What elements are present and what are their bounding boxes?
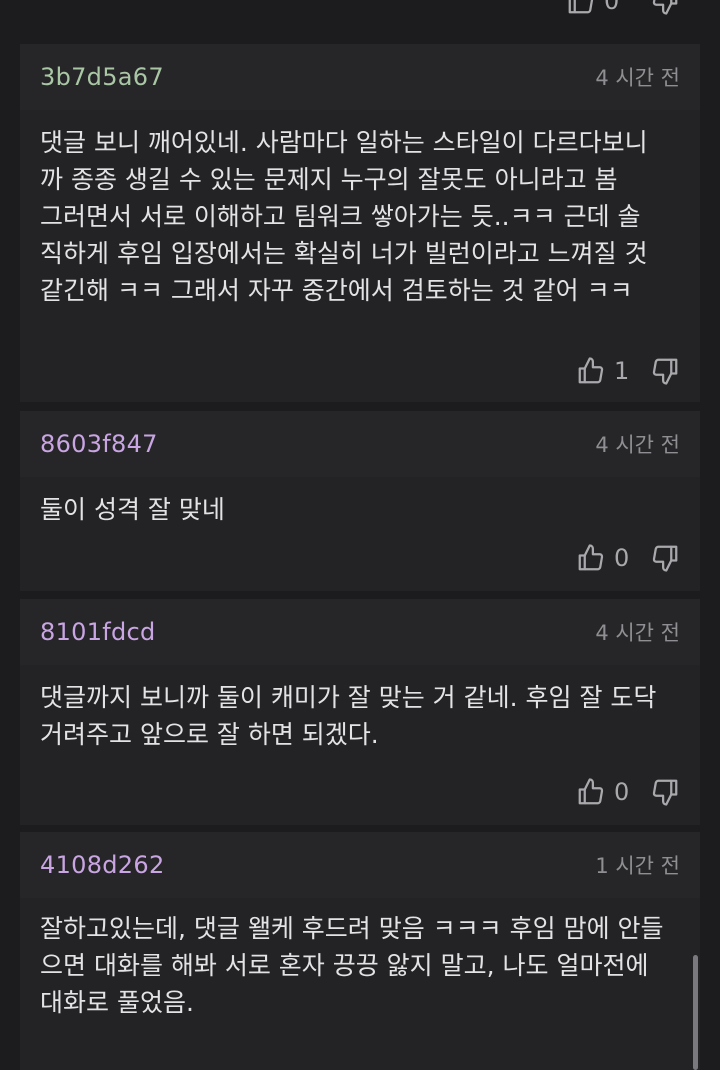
comment-actions: 1 bbox=[576, 356, 680, 386]
dislike-button[interactable] bbox=[650, 356, 680, 386]
comment-time: 4 시간 전 bbox=[595, 66, 680, 90]
like-button[interactable]: 0 bbox=[566, 0, 620, 16]
comment-card: 3b7d5a67 4 시간 전 댓글 보니 깨어있네. 사람마다 일하는 스타일… bbox=[20, 44, 700, 402]
comment-header: 3b7d5a67 4 시간 전 bbox=[20, 44, 700, 110]
comment-feed: 0 3b7d5a67 4 시간 전 댓글 보니 깨어있네. 사람마다 일하는 스… bbox=[0, 0, 720, 1070]
scrollbar[interactable] bbox=[693, 955, 698, 1070]
dislike-button[interactable] bbox=[650, 777, 680, 807]
comment-text: 잘하고있는데, 댓글 왤케 후드려 맞음 ㅋㅋㅋ 후임 맘에 안들 으면 대화를… bbox=[40, 914, 664, 1017]
thumbs-down-icon bbox=[652, 358, 678, 385]
like-count: 0 bbox=[614, 544, 630, 572]
thumbs-up-icon bbox=[568, 0, 594, 14]
like-count: 0 bbox=[614, 778, 630, 806]
comment-card: 8101fdcd 4 시간 전 댓글까지 보니까 둘이 캐미가 잘 맞는 거 같… bbox=[20, 599, 700, 825]
comment-actions: 0 bbox=[576, 777, 680, 807]
thumbs-up-icon bbox=[578, 544, 604, 571]
comment-header: 8603f847 4 시간 전 bbox=[20, 411, 700, 477]
thumbs-up-icon bbox=[578, 778, 604, 805]
thumbs-down-icon bbox=[652, 545, 678, 572]
comment-actions: 0 bbox=[576, 543, 680, 573]
like-button[interactable]: 0 bbox=[576, 543, 630, 573]
comment-text: 둘이 성격 잘 맞네 bbox=[40, 495, 225, 524]
comment-author[interactable]: 4108d262 bbox=[40, 851, 165, 879]
like-count: 0 bbox=[604, 0, 620, 15]
thumbs-down-icon bbox=[652, 0, 678, 15]
previous-comment-actions: 0 bbox=[566, 0, 680, 16]
thumbs-up-icon bbox=[578, 357, 604, 384]
comment-time: 1 시간 전 bbox=[595, 854, 680, 878]
like-button[interactable]: 0 bbox=[576, 777, 630, 807]
comment-text: 댓글까지 보니까 둘이 캐미가 잘 맞는 거 같네. 후임 잘 도닥 거려주고 … bbox=[40, 683, 657, 749]
comment-time: 4 시간 전 bbox=[595, 433, 680, 457]
comment-card: 4108d262 1 시간 전 잘하고있는데, 댓글 왤케 후드려 맞음 ㅋㅋㅋ… bbox=[20, 832, 700, 1070]
comment-author[interactable]: 8101fdcd bbox=[40, 618, 156, 646]
comment-text: 댓글 보니 깨어있네. 사람마다 일하는 스타일이 다르다보니 까 종종 생길 … bbox=[40, 128, 648, 305]
thumbs-down-icon bbox=[652, 779, 678, 806]
comment-card: 8603f847 4 시간 전 둘이 성격 잘 맞네 0 bbox=[20, 411, 700, 591]
comment-time: 4 시간 전 bbox=[595, 621, 680, 645]
dislike-button[interactable] bbox=[650, 543, 680, 573]
comment-header: 4108d262 1 시간 전 bbox=[20, 832, 700, 898]
dislike-button[interactable] bbox=[650, 0, 680, 16]
comment-header: 8101fdcd 4 시간 전 bbox=[20, 599, 700, 665]
like-button[interactable]: 1 bbox=[576, 356, 630, 386]
comment-author[interactable]: 8603f847 bbox=[40, 430, 158, 458]
comment-author[interactable]: 3b7d5a67 bbox=[40, 63, 164, 91]
like-count: 1 bbox=[614, 357, 630, 385]
